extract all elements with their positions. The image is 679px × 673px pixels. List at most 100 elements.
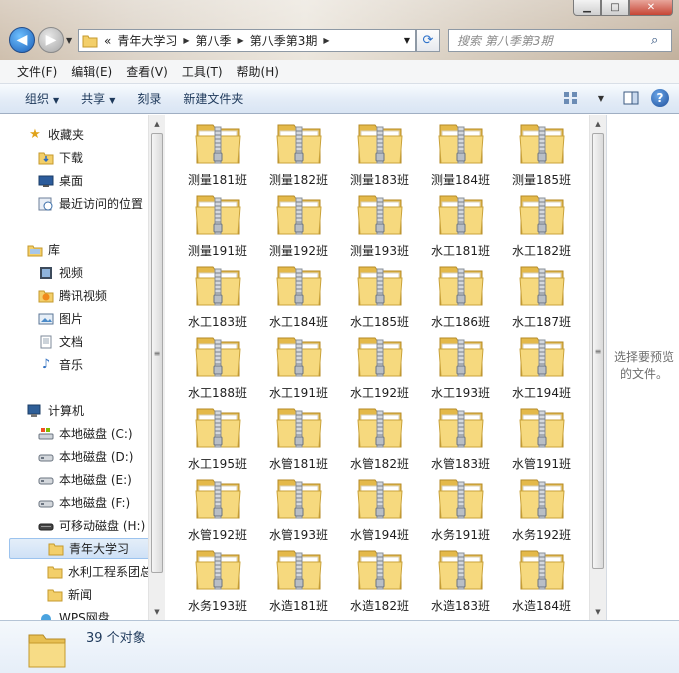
nav-folder-water-eng[interactable]: 水利工程系团总 [46,561,152,582]
file-item[interactable]: 水管194班 [339,476,420,547]
file-item[interactable]: 水工194班 [501,334,582,405]
file-item[interactable]: 测量181班 [177,121,258,192]
file-item[interactable]: 测量182班 [258,121,339,192]
file-item[interactable]: 测量191班 [177,192,258,263]
nav-item-recent-places[interactable]: 最近访问的位置 [37,193,143,214]
file-item[interactable]: 水工187班 [501,263,582,334]
file-item[interactable]: 水管192班 [177,476,258,547]
file-item[interactable]: 水管191班 [501,405,582,476]
minimize-button[interactable]: ▁ [573,0,601,16]
address-overflow[interactable]: « [101,34,114,48]
nav-favorites[interactable]: ★ 收藏夹 [26,124,84,145]
organize-button[interactable]: 组织 ▼ [14,90,70,107]
removable-drive-icon [37,518,55,534]
maximize-button[interactable]: □ [601,0,629,16]
chevron-right-icon[interactable]: ▶ [180,36,192,45]
file-item[interactable]: 水工183班 [177,263,258,334]
chevron-up-icon[interactable]: ▲ [590,115,606,132]
share-button[interactable]: 共享 ▼ [70,90,126,107]
file-item[interactable]: 水工188班 [177,334,258,405]
nav-folder-qingnian[interactable]: 青年大学习 [9,538,161,559]
scrollbar-thumb[interactable]: ≡ [592,133,604,569]
desktop-icon [37,173,55,189]
menu-view[interactable]: 查看(V) [119,63,175,80]
address-bar[interactable]: « 青年大学习 ▶ 第八季 ▶ 第八季第3期 ▶ ▼ [78,29,416,52]
nav-folder-news[interactable]: 新闻 [46,584,92,605]
nav-computer[interactable]: 计算机 [26,400,84,421]
file-item[interactable]: 水工195班 [177,405,258,476]
file-item[interactable]: 水管182班 [339,405,420,476]
file-item[interactable]: 测量183班 [339,121,420,192]
burn-button[interactable]: 刻录 [126,90,172,107]
menu-file[interactable]: 文件(F) [10,63,64,80]
file-item[interactable]: 水管183班 [420,405,501,476]
close-button[interactable]: ✕ [629,0,673,16]
file-item[interactable]: 水工191班 [258,334,339,405]
recent-pages-dropdown[interactable]: ▼ [66,36,72,45]
file-item[interactable]: 水造184班 [501,547,582,618]
file-name: 水工182班 [512,244,571,258]
file-item[interactable]: 水务191班 [420,476,501,547]
file-item[interactable]: 测量185班 [501,121,582,192]
help-icon[interactable]: ? [651,89,669,107]
new-folder-button[interactable]: 新建文件夹 [172,90,254,107]
nav-item-tencent-video[interactable]: 腾讯视频 [37,285,107,306]
file-item[interactable]: 水造183班 [420,547,501,618]
nav-libraries[interactable]: 库 [26,239,60,260]
file-item[interactable]: 水务192班 [501,476,582,547]
nav-item-downloads[interactable]: 下载 [37,147,83,168]
address-segment-1[interactable]: 青年大学习 [114,32,180,49]
search-icon[interactable]: ⌕ [651,33,671,48]
zip-folder-icon [518,121,566,168]
file-item[interactable]: 水造181班 [258,547,339,618]
nav-item-videos[interactable]: 视频 [37,262,83,283]
file-item[interactable]: 水工186班 [420,263,501,334]
scrollbar-thumb[interactable]: ≡ [151,133,163,573]
file-item[interactable]: 水工182班 [501,192,582,263]
nav-drive-c[interactable]: 本地磁盘 (C:) [37,423,133,444]
file-item[interactable]: 测量184班 [420,121,501,192]
file-item[interactable]: 测量192班 [258,192,339,263]
file-item[interactable]: 水工192班 [339,334,420,405]
view-options-icon[interactable] [561,88,581,108]
menu-help[interactable]: 帮助(H) [230,63,286,80]
nav-scrollbar[interactable]: ▲ ≡ ▼ [148,115,165,620]
chevron-right-icon[interactable]: ▶ [235,36,247,45]
menu-tools[interactable]: 工具(T) [175,63,230,80]
file-item[interactable]: 水工181班 [420,192,501,263]
nav-drive-f[interactable]: 本地磁盘 (F:) [37,492,130,513]
chevron-down-icon[interactable]: ▼ [591,88,611,108]
file-item[interactable]: 水工193班 [420,334,501,405]
nav-wps-drive[interactable]: WPS网盘 [37,607,110,620]
nav-drive-d[interactable]: 本地磁盘 (D:) [37,446,133,467]
file-item[interactable]: 水管181班 [258,405,339,476]
nav-label: 本地磁盘 (D:) [59,450,134,464]
search-input[interactable]: 搜索 第八季第3期 ⌕ [448,29,672,52]
file-item[interactable]: 水务193班 [177,547,258,618]
chevron-up-icon[interactable]: ▲ [149,115,165,132]
nav-drive-e[interactable]: 本地磁盘 (E:) [37,469,132,490]
preview-pane-icon[interactable] [621,88,641,108]
nav-item-desktop[interactable]: 桌面 [37,170,83,191]
file-item[interactable]: 水工184班 [258,263,339,334]
content-scrollbar[interactable]: ▲ ≡ ▼ [589,115,606,620]
chevron-down-icon[interactable]: ▼ [590,603,606,620]
refresh-button[interactable]: ⟳ [416,29,440,52]
nav-item-documents[interactable]: 文档 [37,331,83,352]
address-segment-2[interactable]: 第八季 [193,32,235,49]
chevron-down-icon[interactable]: ▼ [399,36,415,45]
menu-edit[interactable]: 编辑(E) [64,63,119,80]
zip-folder-icon [275,121,323,168]
nav-drive-h[interactable]: 可移动磁盘 (H:) [37,515,145,536]
file-item[interactable]: 水工185班 [339,263,420,334]
address-segment-3[interactable]: 第八季第3期 [247,32,321,49]
forward-button[interactable]: ▶ [38,27,64,53]
nav-item-music[interactable]: ♪ 音乐 [37,354,83,375]
chevron-down-icon[interactable]: ▼ [149,603,165,620]
file-item[interactable]: 测量193班 [339,192,420,263]
back-button[interactable]: ◀ [9,27,35,53]
file-item[interactable]: 水管193班 [258,476,339,547]
chevron-right-icon[interactable]: ▶ [320,36,332,45]
nav-item-pictures[interactable]: 图片 [37,308,83,329]
file-item[interactable]: 水造182班 [339,547,420,618]
